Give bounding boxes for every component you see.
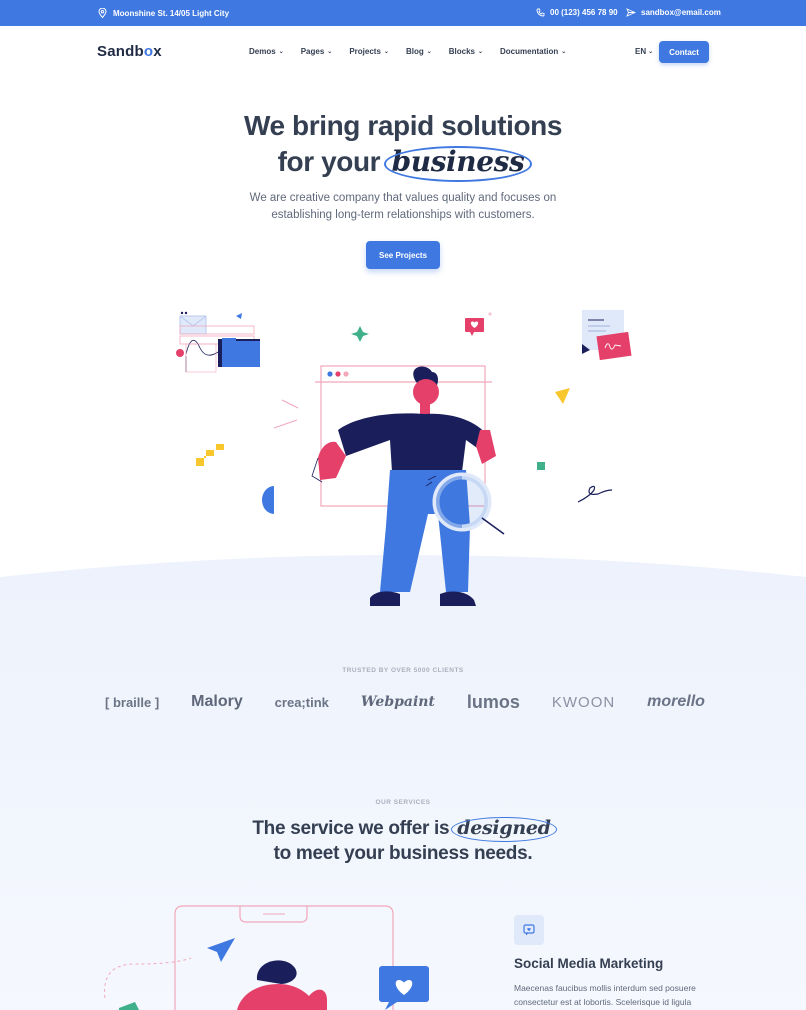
client-logo-braille: [ braille ] <box>105 694 160 710</box>
contact-button[interactable]: Contact <box>659 41 709 63</box>
menu-label: Blog <box>405 47 424 56</box>
language-selector[interactable]: EN ⌄ <box>635 47 653 56</box>
services-title-script: designed <box>451 816 558 842</box>
chevron-down-icon: ⌄ <box>327 49 333 55</box>
menu-label: Pages <box>300 47 325 56</box>
hero-title-line1: We bring rapid solutions <box>243 110 563 141</box>
client-logos: [ braille ] Malory crea;tink Webpaint lu… <box>105 690 705 714</box>
client-logo-malory: Malory <box>191 693 243 710</box>
menu-item-documentation[interactable]: Documentation ⌄ <box>500 47 566 56</box>
map-pin-icon <box>98 8 107 18</box>
menu-label: Projects <box>349 47 381 56</box>
menu-item-projects[interactable]: Projects ⌄ <box>349 47 389 56</box>
client-logo-creatink: crea;tink <box>274 694 329 710</box>
hero-subtitle-line2: establishing long-term relationships wit… <box>271 209 535 221</box>
menu-item-demos[interactable]: Demos ⌄ <box>249 47 284 56</box>
send-icon <box>626 8 636 17</box>
chevron-down-icon: ⌄ <box>426 49 432 55</box>
service-title: Social Media Marketing <box>514 956 664 971</box>
social-media-icon <box>514 915 544 945</box>
menu-item-blog[interactable]: Blog ⌄ <box>406 47 432 56</box>
hero-title: We bring rapid solutions for your busine… <box>0 108 806 182</box>
phone-text: 00 (123) 456 78 90 <box>550 8 618 17</box>
logo[interactable]: Sandbox <box>97 43 162 60</box>
hero-title-line2: for your business <box>0 144 806 182</box>
hero-illustration <box>176 310 632 606</box>
logo-text-b: x <box>153 43 162 60</box>
phone-icon <box>536 8 545 17</box>
phone-info[interactable]: 00 (123) 456 78 90 <box>536 8 618 17</box>
navbar: Sandbox Demos ⌄ Pages ⌄ Projects ⌄ Blog ⌄ Bl… <box>0 26 806 78</box>
services-title: The service we offer is designed to meet… <box>0 816 806 866</box>
menu-label: Demos <box>249 47 276 56</box>
clients-label: TRUSTED BY OVER 5000 CLIENTS <box>342 667 464 674</box>
language-label: EN <box>635 47 647 56</box>
client-logo-kwoon: KWOON <box>551 693 616 711</box>
chevron-down-icon: ⌄ <box>477 49 484 55</box>
email-text: sandbox@email.com <box>641 8 721 17</box>
services-label: OUR SERVICES <box>375 799 431 806</box>
menu-label: Blocks <box>448 47 475 56</box>
chevron-down-icon: ⌄ <box>383 49 389 55</box>
email-info[interactable]: sandbox@email.com <box>626 8 721 17</box>
services-title-line1: The service we offer is designed <box>0 816 806 842</box>
logo-text-a: Sandb <box>97 43 144 60</box>
see-projects-button[interactable]: See Projects <box>366 241 440 269</box>
hero-subtitle: We are creative company that values qual… <box>0 190 806 224</box>
address-info: Moonshine St. 14/05 Light City <box>98 8 229 18</box>
client-logo-webpaint: Webpaint <box>360 694 435 710</box>
menu-label: Documentation <box>500 47 559 56</box>
services-illustration <box>104 905 429 1010</box>
chevron-down-icon: ⌄ <box>561 49 567 55</box>
logo-text-o: o <box>143 43 154 60</box>
main-menu: Demos ⌄ Pages ⌄ Projects ⌄ Blog ⌄ Blocks ⌄ Do… <box>249 47 583 56</box>
hero-title-script: business <box>383 144 533 182</box>
services-title-text: The service we offer is <box>252 818 450 839</box>
chevron-down-icon: ⌄ <box>278 49 284 55</box>
service-description: Maecenas faucibus mollis interdum sed po… <box>514 983 696 1007</box>
client-logo-lumos: lumos <box>466 691 520 712</box>
chevron-down-icon: ⌄ <box>648 49 654 55</box>
menu-item-pages[interactable]: Pages ⌄ <box>301 47 333 56</box>
menu-item-blocks[interactable]: Blocks ⌄ <box>449 47 483 56</box>
hero-subtitle-line1: We are creative company that values qual… <box>249 192 557 204</box>
address-text: Moonshine St. 14/05 Light City <box>113 8 230 18</box>
top-bar: Moonshine St. 14/05 Light City 00 (123) … <box>0 0 806 26</box>
client-logo-morello: morello <box>647 693 705 710</box>
hero-title-line2-text: for your <box>277 146 381 177</box>
services-title-line2: to meet your business needs. <box>273 843 533 864</box>
